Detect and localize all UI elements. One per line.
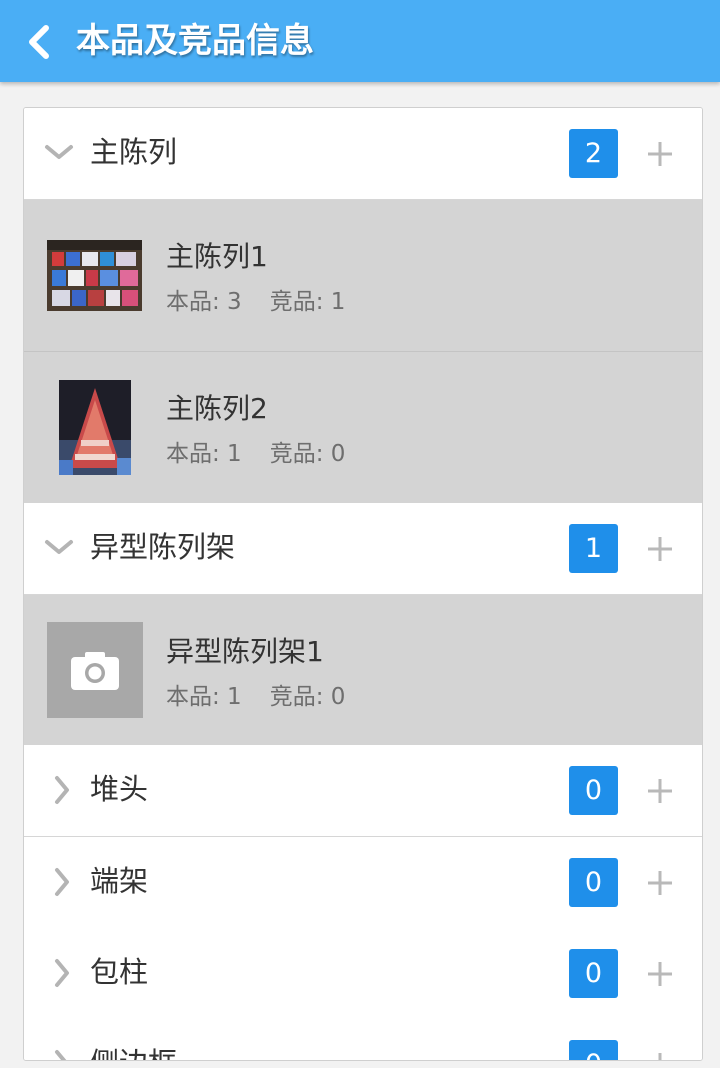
section-header-pillar-wrap[interactable]: 包柱 0 bbox=[24, 928, 702, 1020]
item-title: 主陈列1 bbox=[166, 240, 268, 273]
section-label: 侧边框 bbox=[90, 1045, 177, 1060]
list-item-main-display-1[interactable]: 主陈列1 本品: 3 竞品: 1 bbox=[24, 200, 702, 352]
count-badge: 0 bbox=[569, 766, 618, 815]
plus-icon[interactable] bbox=[646, 1051, 674, 1061]
section-label: 包柱 bbox=[90, 955, 149, 989]
chevron-down-icon bbox=[45, 145, 73, 159]
shelf-photo-thumbnail bbox=[47, 240, 142, 311]
app-header: 本品及竞品信息 bbox=[0, 0, 720, 82]
plus-icon[interactable] bbox=[646, 140, 674, 168]
chevron-down-icon bbox=[45, 540, 73, 554]
section-header-side-frame[interactable]: 侧边框 0 bbox=[24, 1019, 702, 1061]
back-chevron-icon[interactable] bbox=[24, 24, 54, 60]
item-title: 主陈列2 bbox=[166, 392, 268, 425]
section-header-special-rack[interactable]: 异型陈列架 1 bbox=[24, 503, 702, 595]
own-product-count: 本品: 1 bbox=[166, 684, 242, 710]
plus-icon[interactable] bbox=[646, 960, 674, 988]
pyramid-photo-thumbnail bbox=[59, 380, 131, 475]
camera-placeholder-thumbnail[interactable] bbox=[47, 622, 143, 718]
section-label: 堆头 bbox=[90, 772, 149, 806]
section-label: 端架 bbox=[90, 864, 149, 898]
chevron-right-icon bbox=[55, 776, 69, 804]
item-counts: 本品: 1 竞品: 0 bbox=[166, 440, 345, 468]
own-product-count: 本品: 1 bbox=[166, 441, 242, 467]
item-counts: 本品: 1 竞品: 0 bbox=[166, 683, 345, 711]
item-title: 异型陈列架1 bbox=[166, 635, 324, 668]
section-label: 异型陈列架 bbox=[90, 530, 236, 564]
competitor-count: 竞品: 0 bbox=[269, 441, 346, 467]
list-item-special-rack-1[interactable]: 异型陈列架1 本品: 1 竞品: 0 bbox=[24, 595, 702, 747]
competitor-count: 竞品: 1 bbox=[269, 289, 346, 315]
plus-icon[interactable] bbox=[646, 777, 674, 805]
section-header-main-display[interactable]: 主陈列 2 bbox=[24, 108, 702, 200]
item-counts: 本品: 3 竞品: 1 bbox=[166, 288, 345, 316]
plus-icon[interactable] bbox=[646, 535, 674, 563]
camera-icon bbox=[71, 652, 119, 690]
section-label: 主陈列 bbox=[90, 135, 178, 169]
own-product-count: 本品: 3 bbox=[166, 289, 242, 315]
count-badge: 2 bbox=[569, 129, 618, 178]
section-header-pile-head[interactable]: 堆头 0 bbox=[24, 745, 702, 837]
chevron-right-icon bbox=[55, 1050, 67, 1060]
count-badge: 0 bbox=[569, 949, 618, 998]
count-badge: 0 bbox=[569, 1040, 618, 1060]
competitor-count: 竞品: 0 bbox=[269, 684, 346, 710]
section-header-end-cap[interactable]: 端架 0 bbox=[24, 837, 702, 929]
page-title: 本品及竞品信息 bbox=[76, 21, 314, 61]
section-list-card: 主陈列 2 主陈列1 本品: 3 竞品: 1 主陈列2 本品: 1 竞品: 0 … bbox=[23, 107, 703, 1061]
chevron-right-icon bbox=[55, 959, 69, 987]
list-item-main-display-2[interactable]: 主陈列2 本品: 1 竞品: 0 bbox=[24, 352, 702, 504]
chevron-right-icon bbox=[55, 868, 69, 896]
count-badge: 1 bbox=[569, 524, 618, 573]
plus-icon[interactable] bbox=[646, 869, 674, 897]
count-badge: 0 bbox=[569, 858, 618, 907]
